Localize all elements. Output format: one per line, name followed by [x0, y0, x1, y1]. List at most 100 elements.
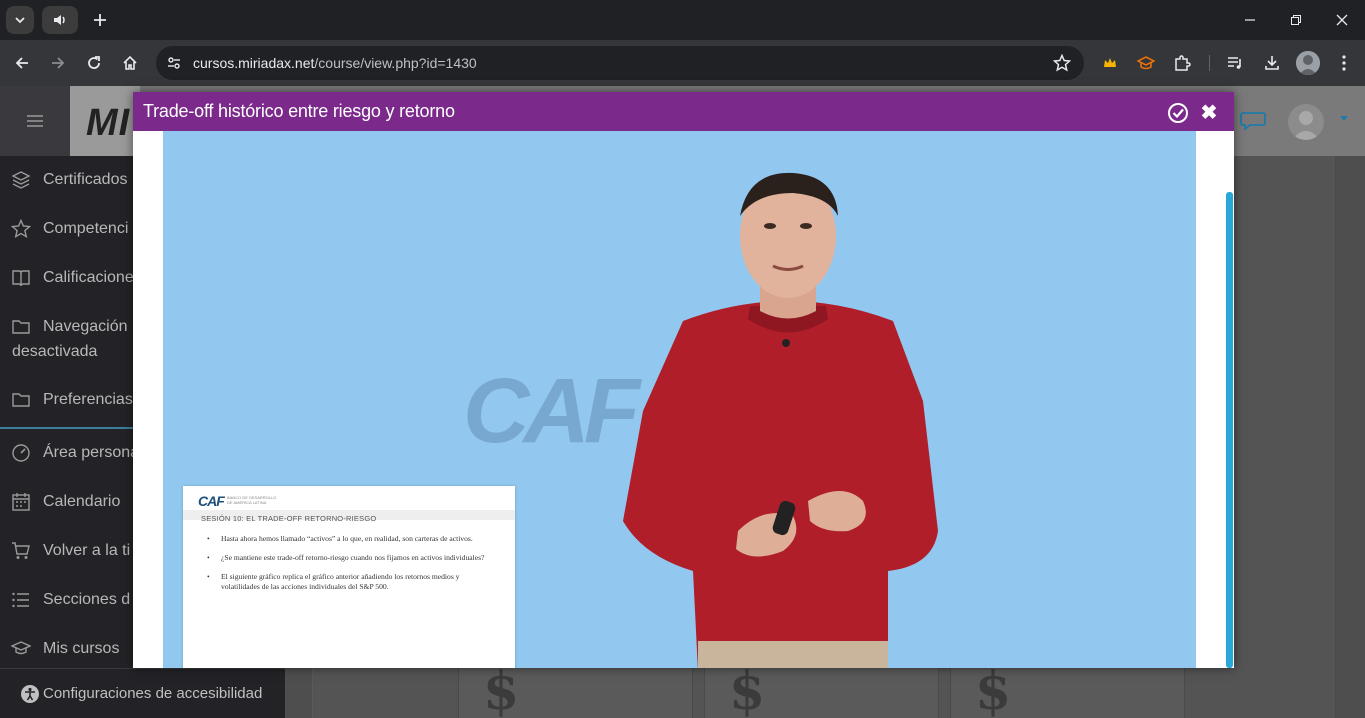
- crown-icon: [1104, 58, 1116, 67]
- close-icon: [1336, 14, 1348, 26]
- extension-crown-button[interactable]: [1094, 47, 1126, 79]
- url-path: /course/view.php?id=1430: [314, 55, 477, 71]
- bookmark-button[interactable]: [1050, 51, 1074, 75]
- modal-title: Trade-off histórico entre riesgo y retor…: [143, 101, 455, 121]
- cart-icon: [12, 542, 30, 559]
- hamburger-icon: [27, 115, 43, 127]
- nav-item-label: Secciones d: [43, 591, 131, 608]
- reload-button[interactable]: [78, 47, 110, 79]
- nav-item-label: Mis cursos: [43, 640, 120, 657]
- new-tab-button[interactable]: [86, 6, 114, 34]
- playlist-icon: [1228, 57, 1241, 69]
- user-menu-caret-icon[interactable]: [1340, 116, 1348, 121]
- more-vertical-icon: [1342, 55, 1346, 71]
- video-modal: Trade-off histórico entre riesgo y retor…: [133, 92, 1234, 668]
- puzzle-icon: [1175, 55, 1191, 71]
- minimize-button[interactable]: [1227, 6, 1273, 34]
- site-info-button[interactable]: [162, 51, 186, 75]
- presenter-figure: [623, 172, 938, 668]
- arrow-right-icon: [52, 57, 65, 69]
- nav-item-label: Área persona: [43, 444, 140, 461]
- restore-button[interactable]: [1273, 6, 1319, 34]
- dollar-icon: $: [729, 661, 766, 718]
- slide-bullets: Hasta ahora hemos llamado “activos” a lo…: [207, 534, 492, 601]
- chevron-down-icon: [15, 17, 25, 24]
- slide-logo-subtitle: BANCO DE DESARROLLO DE AMÉRICA LATINA: [227, 495, 277, 505]
- url-domain: cursos.miriadax.net: [193, 55, 315, 71]
- url-text: cursos.miriadax.net/course/view.php?id=1…: [193, 55, 477, 71]
- media-control-button[interactable]: [1220, 47, 1252, 79]
- layers-icon: [11, 171, 31, 189]
- close-window-button[interactable]: [1319, 6, 1365, 34]
- download-icon: [1265, 56, 1279, 70]
- extensions-button[interactable]: [1166, 47, 1198, 79]
- nav-item-label: Certificados: [43, 171, 128, 188]
- check-circle-icon[interactable]: [1167, 102, 1189, 124]
- extension-cap-button[interactable]: [1130, 47, 1162, 79]
- reload-icon: [88, 56, 100, 69]
- browser-window: cursos.miriadax.net/course/view.php?id=1…: [0, 0, 1365, 718]
- star-outline-icon: [1053, 54, 1071, 72]
- nav-item-label-continued: desactivada: [12, 343, 98, 360]
- profile-avatar[interactable]: [1296, 51, 1320, 75]
- calendar-icon: [12, 493, 30, 511]
- nav-item-label: Navegación: [43, 318, 128, 335]
- dollar-icon: $: [975, 661, 1012, 718]
- address-bar[interactable]: cursos.miriadax.net/course/view.php?id=1…: [156, 46, 1084, 80]
- graduation-cap-icon: [1137, 56, 1155, 70]
- logo-text: MI: [86, 102, 131, 144]
- modal-close-button[interactable]: ✖: [1200, 103, 1218, 123]
- dashboard-icon: [12, 444, 30, 462]
- nav-item-label: Calificacione: [43, 269, 134, 286]
- course-card[interactable]: $: [458, 661, 693, 718]
- slide-bullet: ¿Se mantiene este trade-off retorno-ries…: [207, 553, 492, 563]
- nav-item-label: Volver a la ti: [43, 542, 131, 559]
- modal-header: Trade-off histórico entre riesgo y retor…: [133, 92, 1234, 131]
- tune-icon: [168, 57, 180, 69]
- accessibility-settings-button[interactable]: Configuraciones de accesibilidad: [0, 668, 285, 718]
- nav-item-label: Preferencias: [43, 391, 133, 408]
- accessibility-label: Configuraciones de accesibilidad: [43, 685, 263, 702]
- forward-button[interactable]: [42, 47, 74, 79]
- course-card[interactable]: $: [950, 661, 1185, 718]
- speaker-icon: [54, 15, 65, 25]
- chat-bubble-icon[interactable]: [1240, 110, 1266, 132]
- restore-icon: [1291, 15, 1301, 25]
- nav-item-label: Calendario: [43, 493, 121, 510]
- folder-icon: [12, 320, 30, 334]
- home-icon: [123, 55, 137, 70]
- tab-strip: [0, 0, 1365, 40]
- menu-button[interactable]: [1328, 47, 1360, 79]
- downloads-button[interactable]: [1256, 47, 1288, 79]
- back-button[interactable]: [6, 47, 38, 79]
- profile-photo-icon: [1296, 51, 1320, 75]
- slide-bullet: El siguiente gráfico replica el gráfico …: [207, 572, 492, 592]
- user-avatar[interactable]: [1288, 104, 1324, 140]
- modal-scrollbar[interactable]: [1226, 192, 1233, 668]
- slide-logo: CAF: [198, 493, 225, 509]
- presentation-slide: CAF BANCO DE DESARROLLO DE AMÉRICA LATIN…: [183, 486, 515, 668]
- drawer-toggle-button[interactable]: [0, 86, 70, 156]
- list-icon: [12, 592, 29, 608]
- folder-icon: [12, 393, 30, 407]
- home-button[interactable]: [114, 47, 146, 79]
- course-card[interactable]: $: [704, 661, 939, 718]
- slide-title: SESIÓN 10: EL TRADE-OFF RETORNO-RIESGO: [201, 514, 377, 523]
- video-player[interactable]: CAF CAF BANCO DE DESARROLLO DE AMÉRICA L…: [163, 131, 1196, 668]
- nav-item-label: Competenci: [43, 220, 129, 237]
- star-icon: [11, 219, 31, 239]
- book-icon: [12, 270, 30, 287]
- browser-toolbar: cursos.miriadax.net/course/view.php?id=1…: [0, 40, 1365, 86]
- toolbar-separator: [1209, 55, 1210, 71]
- user-icon: [1292, 111, 1320, 140]
- site-logo[interactable]: MI: [70, 86, 140, 156]
- arrow-left-icon: [15, 57, 28, 69]
- accessibility-icon: [21, 685, 39, 703]
- graduation-cap-icon: [11, 641, 31, 655]
- minimize-icon: [1245, 19, 1255, 21]
- dollar-icon: $: [483, 661, 520, 718]
- tab-search-button[interactable]: [6, 6, 34, 34]
- plus-icon: [94, 14, 106, 26]
- slide-bullet: Hasta ahora hemos llamado “activos” a lo…: [207, 534, 492, 544]
- active-tab[interactable]: [42, 6, 78, 34]
